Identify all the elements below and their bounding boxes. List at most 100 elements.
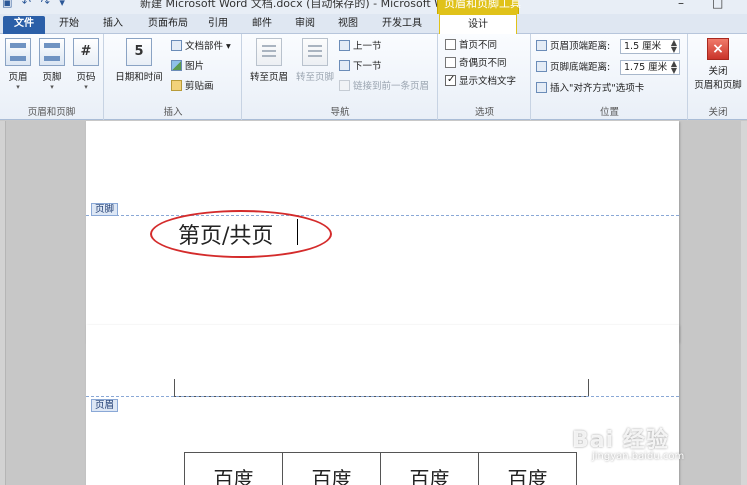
table-cell[interactable]: 百度 [380, 452, 479, 485]
close-header-footer-button[interactable]: × 关闭 页眉和页脚 [691, 38, 745, 91]
footer-bottom-distance-text: 页脚底端距离: [550, 62, 611, 73]
goto-footer-button[interactable]: 转至页脚 [293, 38, 337, 83]
tab-home[interactable]: 开始 [52, 16, 86, 34]
doc-parts-icon [171, 40, 182, 51]
show-document-text-label: 显示文档文字 [459, 76, 517, 87]
header-top-distance-value: 1.5 厘米 [624, 41, 662, 52]
tab-mailings[interactable]: 邮件 [245, 16, 279, 34]
next-section-label: 下一节 [353, 61, 382, 72]
picture-button[interactable]: 图片 [171, 60, 204, 74]
context-group-label: 页眉和页脚工具 [444, 0, 521, 10]
date-time-button[interactable]: 5 日期和时间 [113, 38, 165, 83]
goto-footer-icon [302, 38, 328, 66]
document-table[interactable]: 百度 百度 百度 百度 [184, 452, 577, 485]
picture-icon [171, 60, 182, 71]
link-to-previous-label: 链接到前一条页眉 [353, 81, 430, 92]
group-label-position: 位置 [599, 107, 619, 118]
doc-parts-label: 文档部件 [185, 41, 224, 52]
odd-even-different-checkbox[interactable]: 奇偶页不同 [445, 57, 507, 71]
group-label-navigation: 导航 [330, 107, 350, 118]
header-button[interactable]: 页眉 ▾ [4, 38, 32, 91]
alignment-tab-icon [536, 82, 547, 93]
spinner-arrows-icon[interactable]: ▲ ▼ [671, 39, 677, 54]
tab-insert[interactable]: 插入 [96, 16, 130, 34]
first-page-different-checkbox[interactable]: 首页不同 [445, 39, 497, 53]
footer-tag: 页脚 [91, 203, 119, 216]
tab-view[interactable]: 视图 [331, 16, 365, 34]
maximize-button[interactable]: □ [712, 0, 723, 10]
clip-art-icon [171, 80, 182, 91]
window-title: 新建 Microsoft Word 文档.docx (自动保存的) - Micr… [140, 0, 463, 10]
goto-header-icon [256, 38, 282, 66]
document-workspace[interactable]: 页脚 第页/共页 页眉 百度 百度 百度 百度 Bai 经验 jingyan.b… [0, 121, 747, 485]
link-to-previous-button[interactable]: 链接到前一条页眉 [339, 80, 429, 94]
tab-references[interactable]: 引用 [201, 16, 235, 34]
header-top-distance-text: 页眉顶端距离: [550, 41, 611, 52]
clip-art-button[interactable]: 剪贴画 [171, 80, 214, 94]
tab-file[interactable]: 文件 [3, 16, 45, 34]
ribbon: 页眉 ▾ 页脚 ▾ # 页码 ▾ 页眉和页脚 5 日期和时间 文档部件 ▾ 图片… [0, 34, 747, 120]
group-position: 页眉顶端距离: 1.5 厘米 ▲ ▼ 页脚底端距离: 1.75 厘米 ▲ ▼ 插入"… [532, 34, 688, 120]
checkbox-icon [445, 39, 456, 50]
header-underline-rule [174, 379, 589, 397]
next-section-button[interactable]: 下一节 [339, 60, 382, 74]
table-cell[interactable]: 百度 [282, 452, 381, 485]
previous-section-button[interactable]: 上一节 [339, 40, 382, 54]
header-top-distance-input[interactable]: 1.5 厘米 ▲ ▼ [620, 39, 680, 54]
goto-header-label: 转至页眉 [249, 72, 288, 83]
minimize-button[interactable]: – [678, 0, 684, 10]
group-header-footer: 页眉 ▾ 页脚 ▾ # 页码 ▾ 页眉和页脚 [0, 34, 104, 120]
goto-header-button[interactable]: 转至页眉 [247, 38, 291, 83]
page-number-button[interactable]: # 页码 ▾ [72, 38, 100, 91]
tab-developer[interactable]: 开发工具 [374, 16, 430, 34]
footer-bottom-distance-value: 1.75 厘米 [624, 62, 668, 73]
next-section-icon [339, 60, 350, 71]
table-cell[interactable]: 百度 [478, 452, 577, 485]
header-distance-icon [536, 40, 547, 51]
document-page-1[interactable]: 页脚 第页/共页 [86, 121, 679, 342]
left-pane-edge [0, 121, 6, 485]
footer-button[interactable]: 页脚 ▾ [38, 38, 66, 91]
group-label-close: 关闭 [708, 107, 728, 118]
close-header-footer-label: 关闭 页眉和页脚 [694, 66, 742, 91]
group-close: × 关闭 页眉和页脚 关闭 [689, 34, 747, 120]
header-top-distance-label: 页眉顶端距离: [536, 40, 610, 54]
date-time-label: 日期和时间 [115, 72, 163, 83]
title-bar: ▣ ↶ ↷ ▾ 新建 Microsoft Word 文档.docx (自动保存的… [0, 0, 747, 14]
spinner-arrows-icon[interactable]: ▲ ▼ [671, 60, 677, 75]
show-document-text-checkbox[interactable]: 显示文档文字 [445, 73, 517, 89]
group-label-header-footer: 页眉和页脚 [27, 107, 76, 118]
page-number-button-label: 页码 [76, 72, 96, 83]
group-options: 首页不同 奇偶页不同 显示文档文字 选项 [439, 34, 531, 120]
group-label-options: 选项 [474, 107, 494, 118]
quick-access-toolbar[interactable]: ▣ ↶ ↷ ▾ [2, 0, 68, 9]
group-insert: 5 日期和时间 文档部件 ▾ 图片 剪贴画 插入 [105, 34, 242, 120]
close-icon: × [707, 38, 729, 60]
vertical-scrollbar[interactable] [741, 121, 747, 485]
doc-parts-button[interactable]: 文档部件 ▾ [171, 40, 231, 54]
previous-section-icon [339, 40, 350, 51]
footer-bottom-distance-label: 页脚底端距离: [536, 61, 610, 75]
chevron-down-icon: ▾ [16, 83, 20, 91]
header-tag: 页眉 [91, 399, 119, 412]
insert-alignment-tab-button[interactable]: 插入"对齐方式"选项卡 [536, 82, 644, 96]
ribbon-tab-row: 文件 开始 插入 页面布局 引用 邮件 审阅 视图 开发工具 设计 [0, 14, 747, 35]
tab-design[interactable]: 设计 [439, 14, 517, 35]
footer-bottom-distance-input[interactable]: 1.75 厘米 ▲ ▼ [620, 60, 680, 75]
group-label-insert: 插入 [163, 107, 183, 118]
checkbox-checked-icon [445, 73, 456, 87]
context-group-header-footer-tools: 页眉和页脚工具 [437, 0, 521, 14]
header-boundary-line [86, 396, 679, 397]
checkbox-icon [445, 57, 456, 68]
first-page-different-label: 首页不同 [459, 40, 498, 51]
footer-icon [39, 38, 65, 66]
header-icon [5, 38, 31, 66]
document-page-2[interactable]: 页眉 百度 百度 百度 百度 [86, 325, 679, 485]
table-cell[interactable]: 百度 [184, 452, 283, 485]
watermark-url: jingyan.baidu.com [592, 451, 685, 462]
tab-review[interactable]: 审阅 [288, 16, 322, 34]
footer-button-label: 页脚 [42, 72, 62, 83]
tab-page-layout[interactable]: 页面布局 [140, 16, 196, 34]
header-button-label: 页眉 [8, 72, 28, 83]
goto-footer-label: 转至页脚 [295, 72, 334, 83]
